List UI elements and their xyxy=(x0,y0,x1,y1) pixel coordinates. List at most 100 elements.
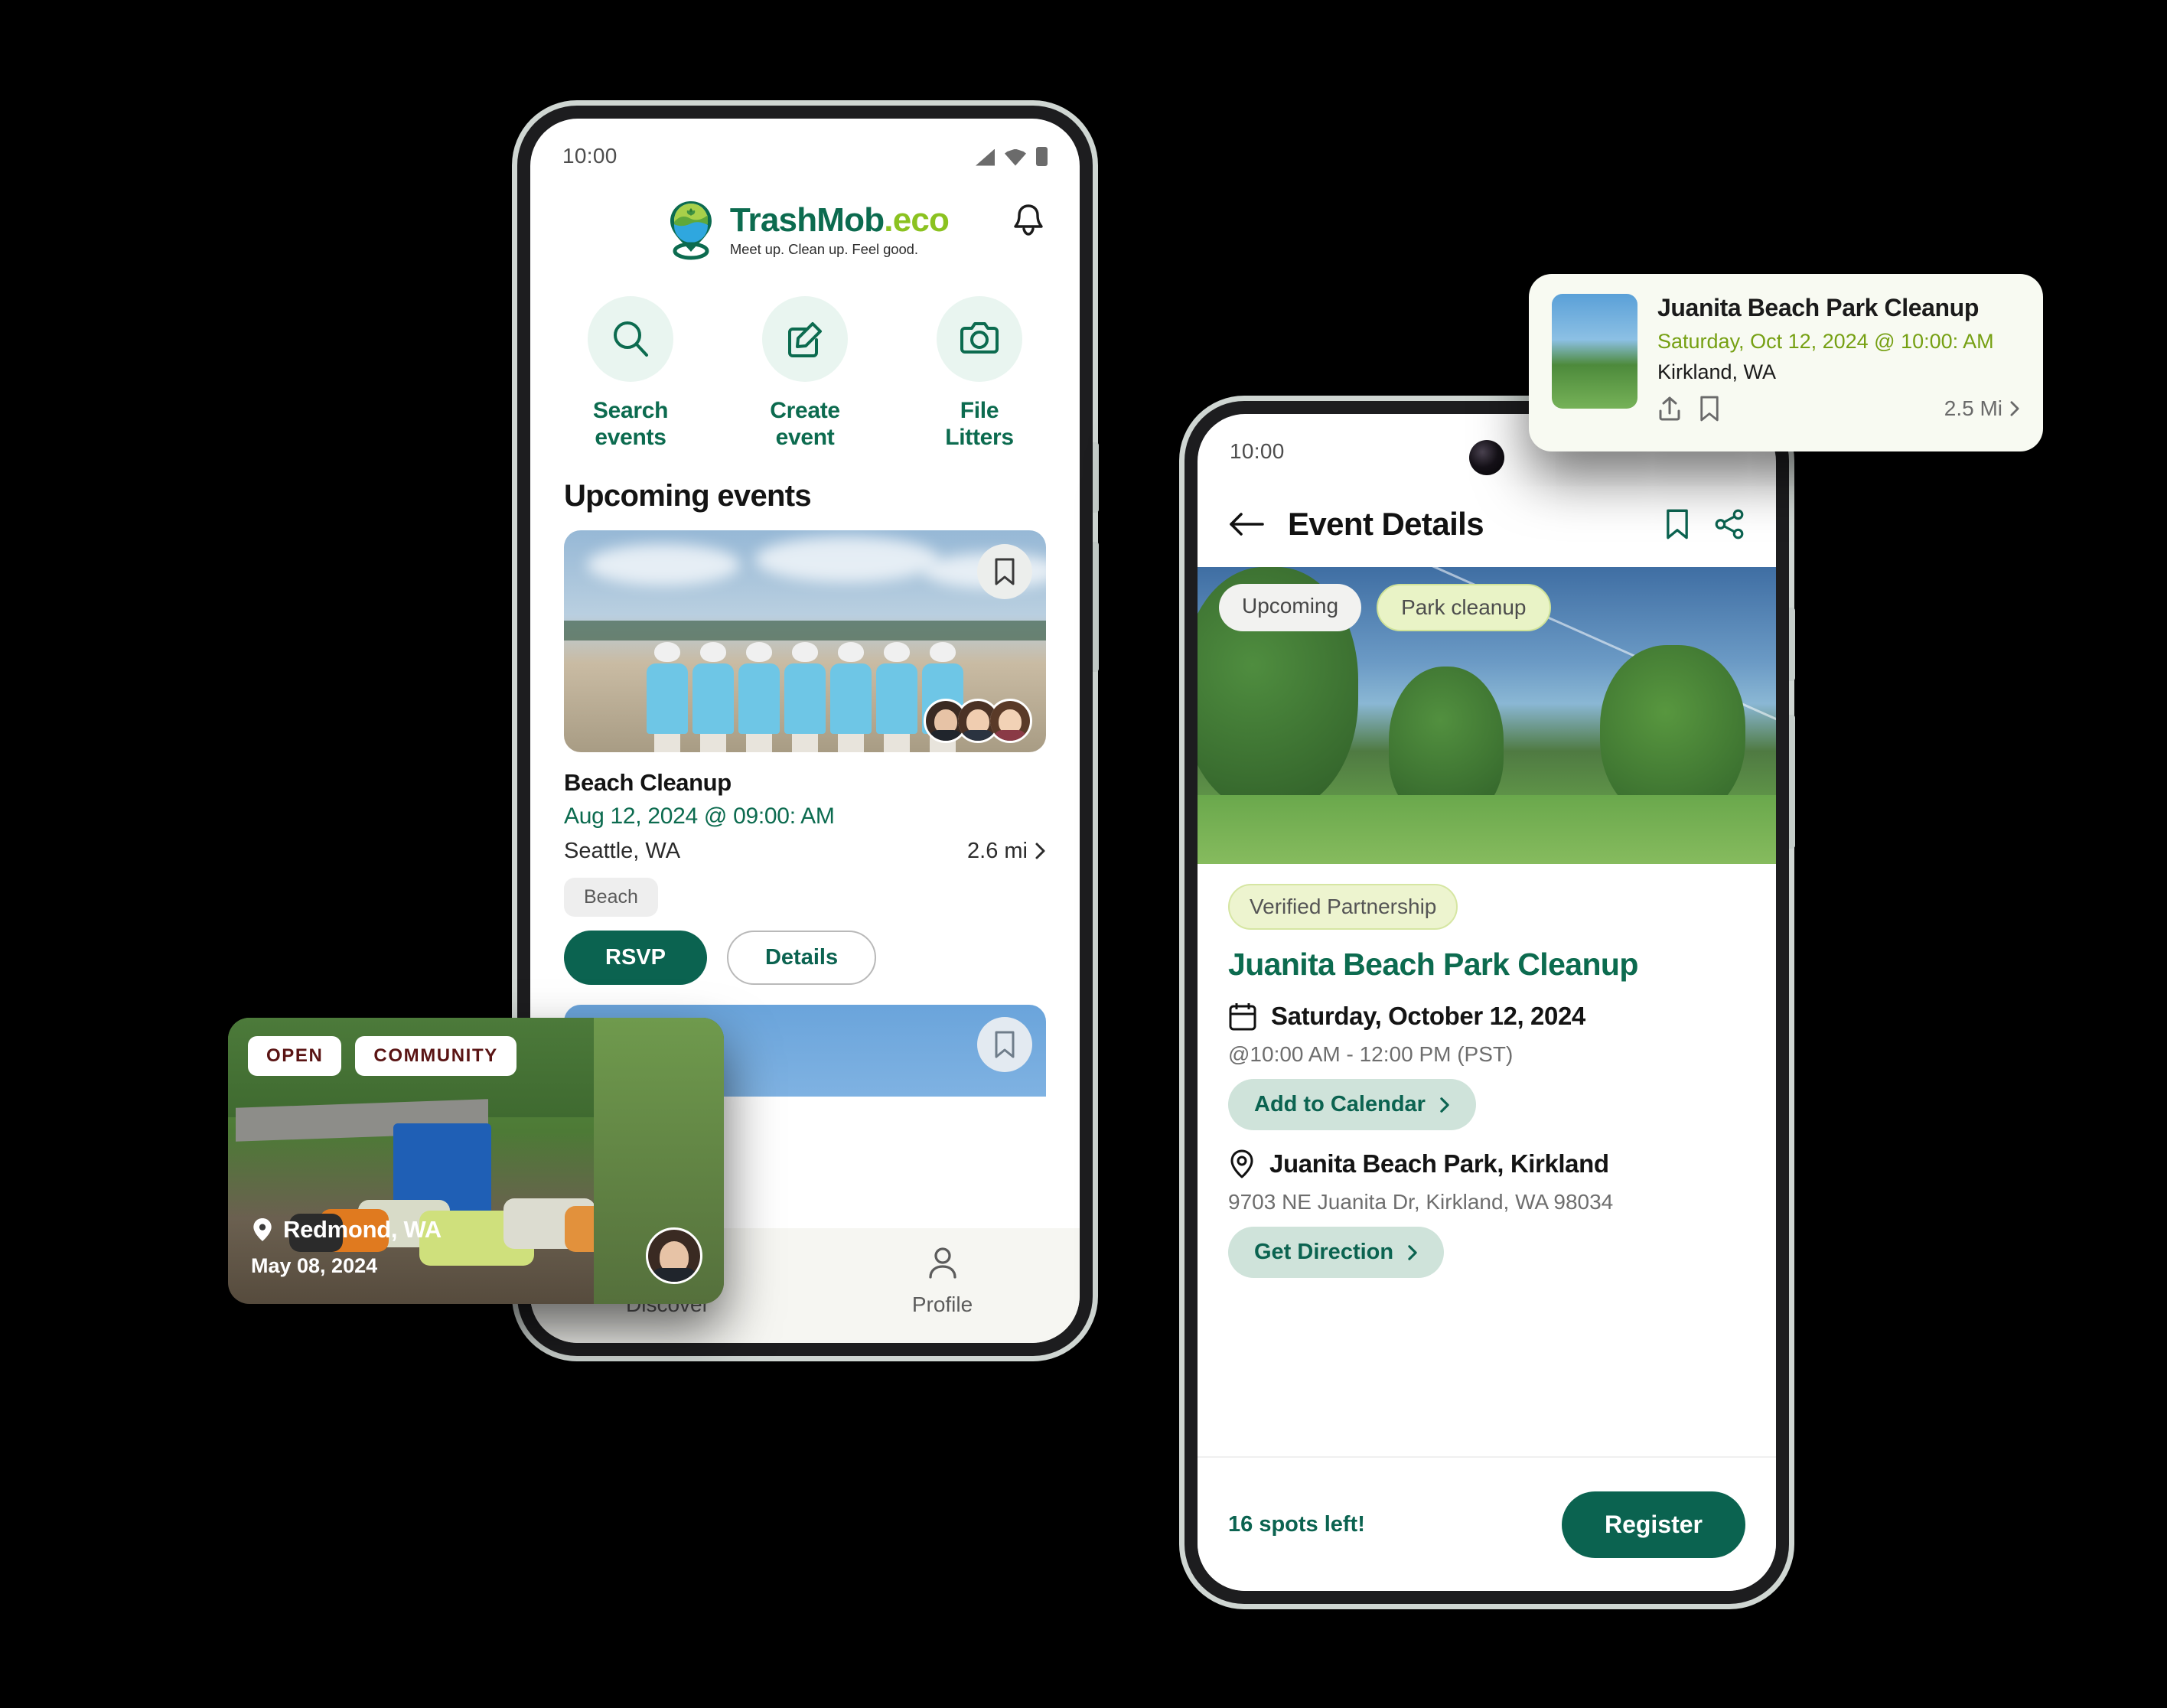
event-detail-body: Verified Partnership Juanita Beach Park … xyxy=(1198,864,1776,1278)
quick-actions: Search events Create event File Litters xyxy=(530,276,1080,451)
quick-action-label: File Litters xyxy=(922,397,1037,451)
brand-name: TrashMob.eco xyxy=(729,201,950,240)
phone2-power-button[interactable] xyxy=(1789,715,1795,849)
chip-status[interactable]: Upcoming xyxy=(1219,584,1362,631)
status-icons xyxy=(976,146,1048,166)
event-distance[interactable]: 2.6 mi xyxy=(967,839,1046,864)
brand-logo: TrashMob.eco Meet up. Clean up. Feel goo… xyxy=(661,199,950,262)
page-title: Event Details xyxy=(1288,506,1484,542)
phone-details-screen: 10:00 Event Details Upcoming Park cleanu… xyxy=(1198,414,1776,1591)
battery-icon xyxy=(1036,146,1048,166)
litter-card-meta: Redmond, WA May 08, 2024 xyxy=(251,1216,442,1278)
add-to-calendar-button[interactable]: Add to Calendar xyxy=(1228,1079,1476,1130)
phone1-power-button[interactable] xyxy=(1093,542,1099,672)
camera-punch-hole xyxy=(1469,440,1504,475)
event-date: Aug 12, 2024 @ 09:00: AM xyxy=(564,803,835,829)
quick-action-label: Create event xyxy=(748,397,862,451)
register-bar: 16 spots left! Register xyxy=(1198,1456,1776,1591)
event-address: 9703 NE Juanita Dr, Kirkland, WA 98034 xyxy=(1228,1190,1614,1214)
floating-card-thumbnail xyxy=(1552,294,1637,409)
litter-card-location-row: Redmond, WA xyxy=(251,1216,442,1244)
event-location-row: Seattle, WA 2.6 mi xyxy=(564,839,1046,864)
share-icon[interactable] xyxy=(1713,508,1745,540)
get-direction-button[interactable]: Get Direction xyxy=(1228,1227,1445,1278)
hero-chips: Upcoming Park cleanup xyxy=(1219,584,1551,631)
event-venue: Juanita Beach Park, Kirkland xyxy=(1269,1149,1609,1178)
phone1-volume-button[interactable] xyxy=(1093,442,1099,513)
share-upload-icon[interactable] xyxy=(1657,395,1682,422)
wifi-icon xyxy=(1005,148,1026,166)
chevron-right-icon xyxy=(1440,1097,1449,1113)
details-button[interactable]: Details xyxy=(726,930,877,985)
status-time: 10:00 xyxy=(562,144,618,168)
rsvp-button[interactable]: RSVP xyxy=(564,930,707,985)
bookmark-icon[interactable] xyxy=(1664,508,1690,540)
phone-details-device: 10:00 Event Details Upcoming Park cleanu… xyxy=(1185,401,1795,1604)
event-hero-image: Upcoming Park cleanup xyxy=(1198,550,1776,864)
chevron-right-icon xyxy=(2010,401,2019,416)
camera-icon xyxy=(937,296,1022,382)
brand-text: TrashMob.eco Meet up. Clean up. Feel goo… xyxy=(729,201,950,257)
brand-name-part1: TrashMob xyxy=(729,201,885,240)
chevron-right-icon xyxy=(1035,843,1045,859)
event-title: Juanita Beach Park Cleanup xyxy=(1228,947,1638,982)
status-bar: 10:00 xyxy=(530,119,1080,174)
nav-label: Profile xyxy=(911,1292,973,1316)
page-title: Upcoming events xyxy=(564,478,812,513)
calendar-icon xyxy=(1229,1003,1256,1031)
quick-action-line1: Search xyxy=(592,398,669,423)
floating-card-title: Juanita Beach Park Cleanup xyxy=(1657,294,1979,321)
bookmark-icon[interactable] xyxy=(1699,395,1720,422)
avatar xyxy=(988,698,1032,743)
app-header: TrashMob.eco Meet up. Clean up. Feel goo… xyxy=(530,184,1080,276)
phone2-volume-button[interactable] xyxy=(1789,608,1795,681)
quick-action-line1: File xyxy=(960,398,999,423)
floating-card-location: Kirkland, WA xyxy=(1657,360,1777,383)
chevron-right-icon xyxy=(1408,1244,1417,1260)
spots-left-text: 16 spots left! xyxy=(1228,1511,1365,1537)
litter-report-card[interactable]: OPEN COMMUNITY Redmond, WA May 08, 2024 xyxy=(228,1018,724,1304)
event-venue-row: Juanita Beach Park, Kirkland xyxy=(1228,1149,1745,1179)
quick-action-line2: Litters xyxy=(945,425,1014,451)
floating-card-footer: 2.5 Mi xyxy=(1657,395,2020,422)
event-tags: Beach xyxy=(564,877,1046,917)
bookmark-icon[interactable] xyxy=(977,543,1032,599)
add-to-calendar-label: Add to Calendar xyxy=(1254,1092,1426,1116)
event-date: Saturday, October 12, 2024 xyxy=(1271,1002,1585,1030)
badge-community: COMMUNITY xyxy=(355,1036,516,1076)
quick-action-search-events[interactable]: Search events xyxy=(573,296,688,451)
status-badge: Verified Partnership xyxy=(1228,884,1458,930)
event-card[interactable]: Beach Cleanup Aug 12, 2024 @ 09:00: AM S… xyxy=(564,530,1046,985)
event-image xyxy=(564,530,1046,752)
trashmob-logo-icon xyxy=(661,199,721,262)
quick-action-label: Search events xyxy=(573,397,688,451)
quick-action-line2: events xyxy=(595,425,666,451)
register-button[interactable]: Register xyxy=(1561,1491,1745,1558)
arrow-left-icon[interactable] xyxy=(1228,510,1265,538)
search-icon xyxy=(588,296,673,382)
floating-card-icons xyxy=(1657,395,1720,422)
chip-category[interactable]: Park cleanup xyxy=(1377,584,1551,631)
bookmark-icon[interactable] xyxy=(977,1016,1032,1072)
floating-event-card[interactable]: Juanita Beach Park Cleanup Saturday, Oct… xyxy=(1529,274,2043,451)
event-actions: RSVP Details xyxy=(564,930,1046,985)
quick-action-create-event[interactable]: Create event xyxy=(748,296,862,451)
bell-icon[interactable] xyxy=(1011,201,1046,241)
floating-card-distance-text: 2.5 Mi xyxy=(1944,396,2002,420)
signal-icon xyxy=(976,148,995,166)
quick-action-line2: event xyxy=(775,425,835,451)
litter-card-badges: OPEN COMMUNITY xyxy=(248,1036,516,1076)
litter-card-location: Redmond, WA xyxy=(283,1216,442,1243)
event-title: Beach Cleanup xyxy=(564,768,732,796)
quick-action-line1: Create xyxy=(770,398,840,423)
floating-card-distance[interactable]: 2.5 Mi xyxy=(1944,396,2020,421)
attendee-avatars[interactable] xyxy=(924,698,1032,743)
brand-name-part2: .eco xyxy=(884,201,950,240)
map-pin-icon xyxy=(253,1218,272,1241)
avatar[interactable] xyxy=(646,1227,702,1284)
status-time: 10:00 xyxy=(1230,439,1285,463)
event-date-row: Saturday, October 12, 2024 xyxy=(1228,1001,1745,1032)
quick-action-file-litters[interactable]: File Litters xyxy=(922,296,1037,451)
edit-icon xyxy=(762,296,848,382)
nav-item-profile[interactable]: Profile xyxy=(805,1245,1080,1317)
